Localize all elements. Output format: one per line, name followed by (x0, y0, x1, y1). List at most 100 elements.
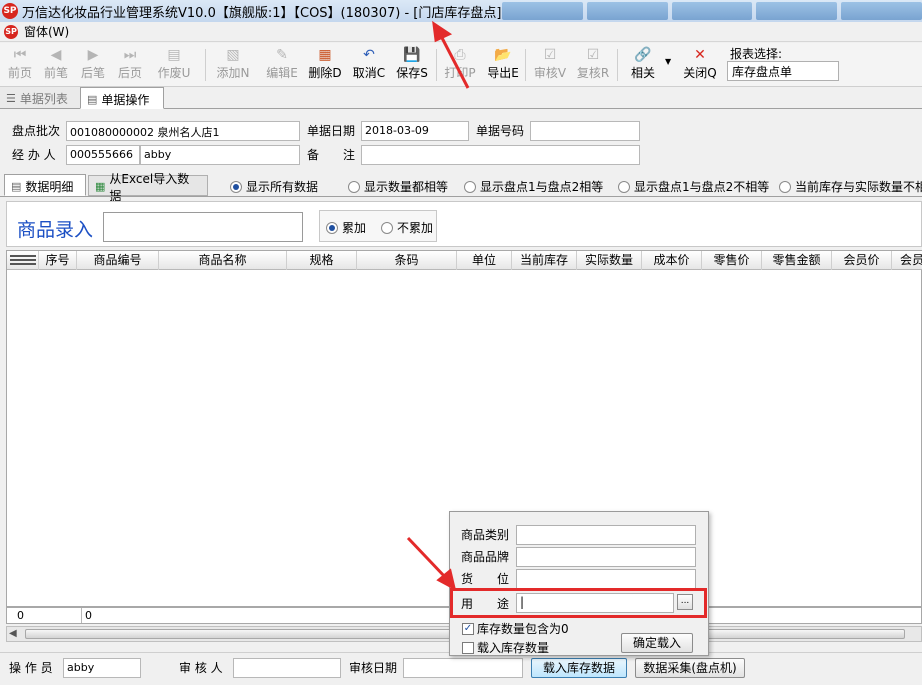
remark-label: 备 注 (307, 148, 356, 162)
batch-label: 盘点批次 (12, 124, 61, 138)
export-icon: 📂 (494, 47, 512, 63)
handler-code-field[interactable]: 000555666 (66, 145, 140, 165)
edit-button[interactable]: ✎ 编辑E (262, 46, 302, 84)
tab-document-list[interactable]: ☰ 单据列表 (0, 87, 80, 108)
col-retail-price[interactable]: 零售价 (702, 251, 762, 270)
close-button[interactable]: ✕ 关闭Q (680, 46, 720, 84)
document-icon: ▤ (87, 92, 98, 106)
radio-icon (381, 221, 393, 234)
handler-name-field[interactable]: abby (140, 145, 300, 165)
add-button[interactable]: ▧ 添加N (213, 46, 253, 84)
approve-icon: ☑ (543, 47, 557, 63)
accumulate-radio[interactable]: 累加 (326, 219, 366, 236)
radio-icon (230, 180, 242, 193)
close-icon: ✕ (694, 47, 706, 63)
last-page-button[interactable]: ⏭ 后页 (110, 46, 150, 84)
load-stock-qty-checkbox[interactable]: 载入库存数量 (462, 639, 549, 656)
filter-count-equal[interactable]: 显示盘点1与盘点2相等 (464, 178, 603, 195)
detail-icon: ▤ (11, 179, 22, 193)
col-spec[interactable]: 规格 (287, 251, 357, 270)
load-options-popup: 商品类别 商品品牌 货 位 用 途 | ... ✓ 库存数量包含为0 载入库存数量… (449, 511, 709, 656)
taskbar-strip (502, 0, 922, 22)
checkbox-checked-icon: ✓ (462, 622, 474, 635)
col-product-code[interactable]: 商品编号 (77, 251, 159, 270)
auditor-field[interactable] (233, 658, 341, 678)
confirm-load-button[interactable]: 确定载入 (621, 633, 693, 653)
col-member[interactable]: 会员 (892, 251, 922, 270)
category-label: 商品类别 (461, 528, 510, 542)
related-button[interactable]: 🔗 相关 (623, 46, 663, 84)
col-cost-price[interactable]: 成本价 (642, 251, 702, 270)
no-accumulate-radio[interactable]: 不累加 (381, 219, 433, 236)
category-field[interactable] (516, 525, 696, 545)
report-select[interactable]: 库存盘点单 (727, 61, 839, 81)
operator-label: 操 作 员 (9, 661, 53, 675)
col-unit[interactable]: 单位 (457, 251, 512, 270)
filter-count-not-equal[interactable]: 显示盘点1与盘点2不相等 (618, 178, 769, 195)
report-select-label: 报表选择: (730, 47, 783, 61)
auditor-label: 审 核 人 (179, 661, 223, 675)
grid-header: 序号 商品编号 商品名称 规格 条码 单位 当前库存 实际数量 成本价 零售价 … (7, 251, 922, 270)
tab-data-detail[interactable]: ▤ 数据明细 (4, 174, 86, 196)
audit-date-field[interactable] (403, 658, 523, 678)
void-button[interactable]: ▤ 作废U (154, 46, 194, 84)
load-stock-data-button[interactable]: 载入库存数据 (531, 658, 627, 678)
docno-field[interactable] (530, 121, 640, 141)
title-bar: SP 万信达化妆品行业管理系统V10.0【旗舰版:1】【COS】(180307)… (0, 0, 922, 22)
col-seq[interactable]: 序号 (39, 251, 77, 270)
recheck-button[interactable]: ☑ 复核R (573, 46, 613, 84)
data-collect-button[interactable]: 数据采集(盘点机) (635, 658, 745, 678)
delete-icon: ▦ (318, 47, 332, 63)
col-member-price[interactable]: 会员价 (832, 251, 892, 270)
tab-excel-import[interactable]: ▦ 从Excel导入数据 (88, 172, 208, 203)
filter-all[interactable]: 显示所有数据 (230, 178, 318, 195)
col-retail-amount[interactable]: 零售金额 (762, 251, 832, 270)
export-button[interactable]: 📂 导出E (483, 46, 523, 84)
col-actual-qty[interactable]: 实际数量 (577, 251, 642, 270)
edit-icon: ✎ (276, 47, 288, 63)
save-button[interactable]: 💾 保存S (392, 46, 432, 84)
usage-field[interactable]: | (516, 593, 674, 613)
cancel-button[interactable]: ↶ 取消C (349, 46, 389, 84)
link-icon: 🔗 (634, 47, 652, 63)
filter-stock-mismatch[interactable]: 当前库存与实际数量不相 (779, 178, 922, 195)
last-page-icon: ⏭ (123, 47, 137, 63)
audit-date-label: 审核日期 (349, 661, 398, 675)
col-barcode[interactable]: 条码 (357, 251, 457, 270)
col-product-name[interactable]: 商品名称 (159, 251, 287, 270)
include-zero-checkbox[interactable]: ✓ 库存数量包含为0 (462, 620, 569, 637)
list-icon: ☰ (6, 92, 16, 105)
subtab-divider (0, 196, 922, 197)
radio-icon (326, 221, 338, 234)
menu-window[interactable]: 窗体(W) (24, 23, 69, 40)
brand-label: 商品品牌 (461, 550, 510, 564)
delete-button[interactable]: ▦ 删除D (305, 46, 345, 84)
add-icon: ▧ (226, 47, 240, 63)
usage-label: 用 途 (461, 597, 510, 611)
print-button[interactable]: ⎙ 打印P (440, 46, 480, 84)
grid-row-selector-icon[interactable] (7, 251, 39, 270)
dropdown-arrow-icon[interactable]: ▼ (665, 57, 671, 66)
radio-icon (779, 180, 791, 193)
location-field[interactable] (516, 569, 696, 589)
app-logo-icon: SP (2, 3, 18, 19)
batch-field[interactable]: 001080000002 泉州名人店1 (66, 121, 300, 141)
col-current-stock[interactable]: 当前库存 (512, 251, 577, 270)
remark-field[interactable] (361, 145, 640, 165)
void-icon: ▤ (167, 47, 181, 63)
radio-icon (464, 180, 476, 193)
usage-browse-button[interactable]: ... (677, 594, 693, 610)
save-icon: 💾 (403, 47, 421, 63)
filter-equal[interactable]: 显示数量都相等 (348, 178, 448, 195)
handler-label: 经 办 人 (12, 148, 56, 162)
date-field[interactable]: 2018-03-09 (361, 121, 469, 141)
scroll-left-icon[interactable]: ◀ (9, 628, 17, 639)
tab-document-operation[interactable]: ▤ 单据操作 (80, 87, 164, 109)
operator-field[interactable]: abby (63, 658, 141, 678)
menu-bar: SP 窗体(W) (0, 22, 922, 42)
approve-button[interactable]: ☑ 审核V (530, 46, 570, 84)
brand-field[interactable] (516, 547, 696, 567)
checkbox-icon (462, 641, 474, 654)
product-entry-input[interactable] (103, 212, 303, 242)
main-tabs: ☰ 单据列表 ▤ 单据操作 (0, 87, 922, 109)
